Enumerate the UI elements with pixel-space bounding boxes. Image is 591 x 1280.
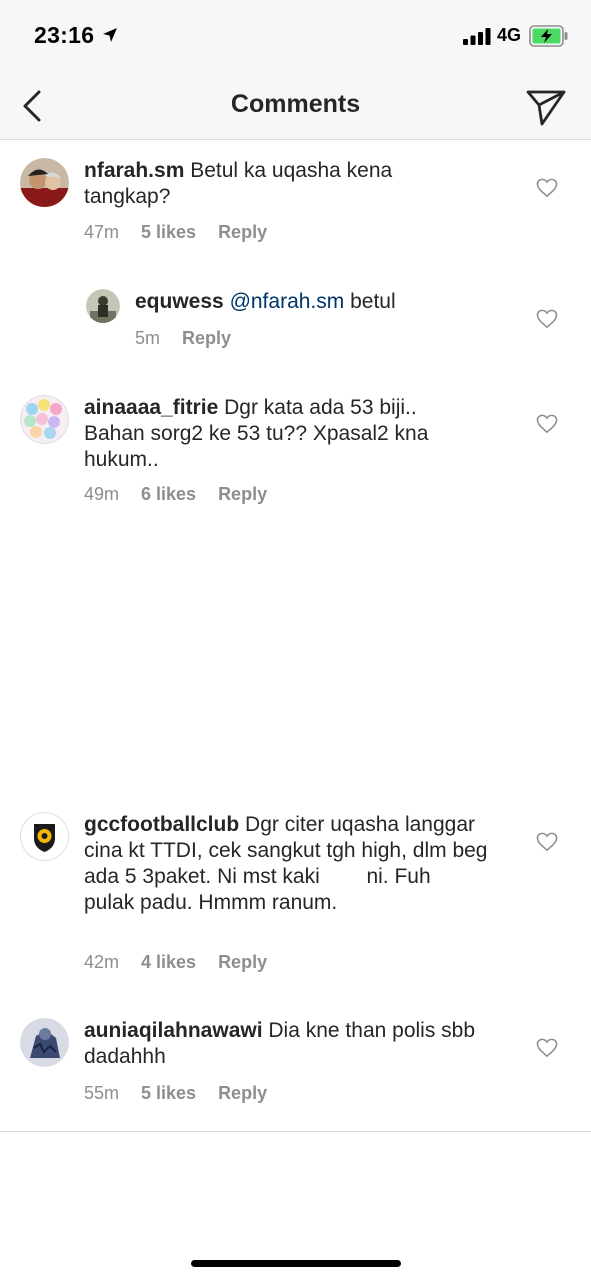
reply-button[interactable]: Reply bbox=[182, 328, 231, 348]
nav-bar: Comments bbox=[0, 72, 591, 140]
mention-link[interactable]: @nfarah.sm bbox=[230, 290, 345, 313]
avatar[interactable] bbox=[20, 812, 69, 861]
comment-text: betul bbox=[350, 290, 396, 313]
reply-button[interactable]: Reply bbox=[218, 1083, 267, 1103]
heart-icon[interactable] bbox=[536, 1038, 558, 1058]
signal-bars-icon bbox=[463, 28, 491, 45]
likes-count[interactable]: 6 likes bbox=[141, 484, 196, 504]
avatar[interactable] bbox=[86, 289, 120, 323]
likes-count[interactable]: 5 likes bbox=[141, 222, 196, 242]
username[interactable]: gccfootballclub bbox=[84, 813, 239, 836]
likes-count[interactable]: 5 likes bbox=[141, 1083, 196, 1103]
username[interactable]: ainaaaa_fitrie bbox=[84, 396, 218, 419]
comment-time: 55m bbox=[84, 1083, 120, 1103]
network-type: 4G bbox=[497, 25, 522, 45]
comment-time: 42m bbox=[84, 952, 120, 972]
heart-icon[interactable] bbox=[536, 309, 558, 329]
battery-charging-icon bbox=[529, 25, 568, 47]
avatar[interactable] bbox=[20, 158, 69, 207]
comment-time: 5m bbox=[135, 328, 161, 348]
comment-time: 49m bbox=[84, 484, 120, 504]
likes-count[interactable]: 4 likes bbox=[141, 952, 196, 972]
home-indicator[interactable] bbox=[191, 1260, 401, 1267]
heart-icon[interactable] bbox=[536, 832, 558, 852]
avatar[interactable] bbox=[20, 1018, 69, 1067]
username[interactable]: nfarah.sm bbox=[84, 159, 184, 182]
reply-button[interactable]: Reply bbox=[218, 222, 267, 242]
status-time: 23:16 bbox=[34, 22, 95, 48]
page-title: Comments bbox=[230, 90, 361, 118]
avatar[interactable] bbox=[20, 395, 69, 444]
comment-time: 47m bbox=[84, 222, 120, 242]
location-arrow-icon bbox=[103, 28, 117, 42]
username[interactable]: auniaqilahnawawi bbox=[84, 1019, 263, 1042]
divider bbox=[0, 1131, 591, 1132]
reply-button[interactable]: Reply bbox=[218, 952, 267, 972]
paper-plane-icon[interactable] bbox=[524, 84, 568, 128]
status-bar: 23:16 4G bbox=[0, 0, 591, 72]
heart-icon[interactable] bbox=[536, 178, 558, 198]
heart-icon[interactable] bbox=[536, 414, 558, 434]
reply-button[interactable]: Reply bbox=[218, 484, 267, 504]
username[interactable]: equwess bbox=[135, 290, 224, 313]
